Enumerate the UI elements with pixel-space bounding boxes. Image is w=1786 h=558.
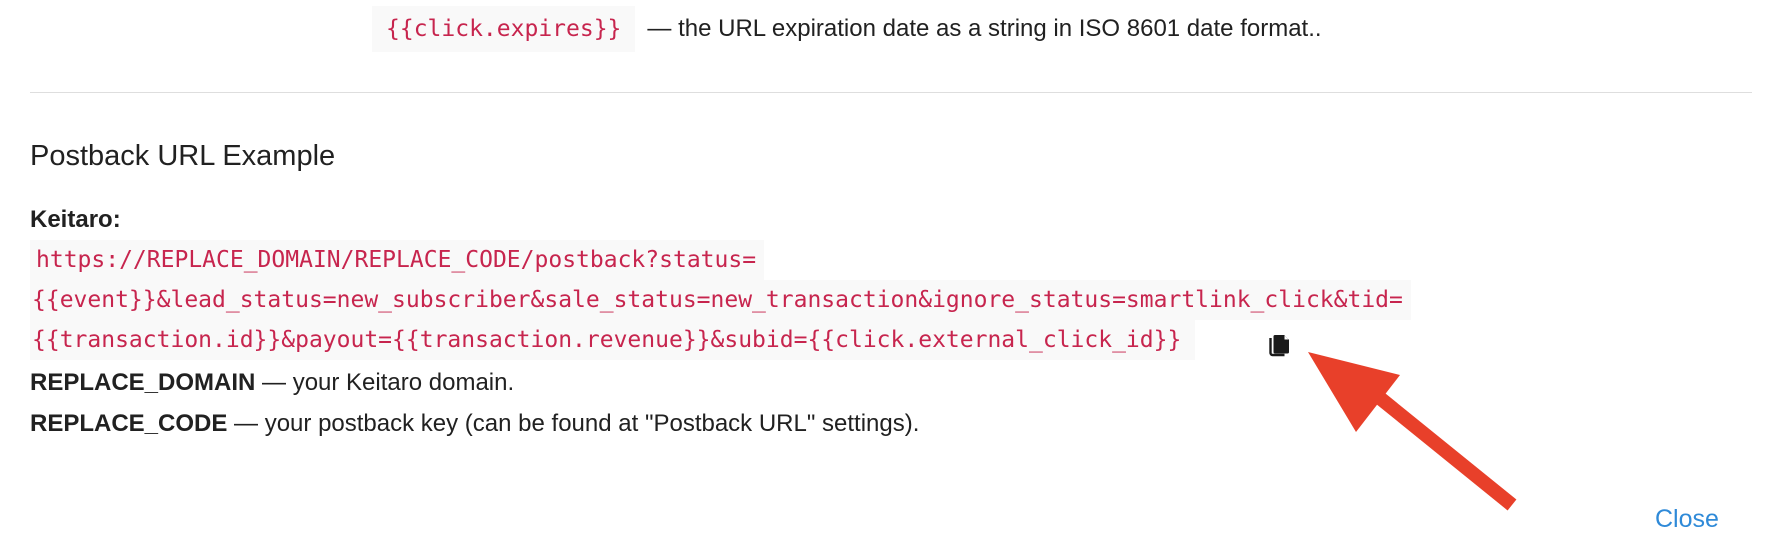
click-expires-description: — the URL expiration date as a string in…: [647, 15, 1322, 42]
postback-url-line-1: https://REPLACE_DOMAIN/REPLACE_CODE/post…: [30, 240, 765, 280]
tracker-label: Keitaro:: [30, 206, 121, 233]
note-term: REPLACE_DOMAIN: [30, 369, 256, 396]
note-text: — your postback key (can be found at "Po…: [227, 410, 920, 437]
note-text: — your Keitaro domain.: [255, 369, 515, 396]
note-term: REPLACE_CODE: [30, 410, 228, 437]
expires-param-line: {{click.expires}} — the URL expiration d…: [372, 6, 1322, 52]
red-arrow-annotation: [1308, 352, 1517, 511]
note-replace-domain: REPLACE_DOMAIN — your Keitaro domain.: [30, 368, 514, 398]
postback-url-block: https://REPLACE_DOMAIN/REPLACE_CODE/post…: [30, 240, 1411, 360]
postback-url-line-3: {{transaction.id}}&payout={{transaction.…: [30, 320, 1196, 360]
click-expires-code: {{click.expires}}: [372, 6, 636, 52]
section-title: Postback URL Example: [30, 140, 336, 172]
close-button[interactable]: Close: [1655, 504, 1719, 534]
postback-url-line-2: {{event}}&lead_status=new_subscriber&sal…: [30, 280, 1411, 320]
note-replace-code: REPLACE_CODE — your postback key (can be…: [30, 409, 919, 439]
section-divider: [30, 92, 1752, 93]
